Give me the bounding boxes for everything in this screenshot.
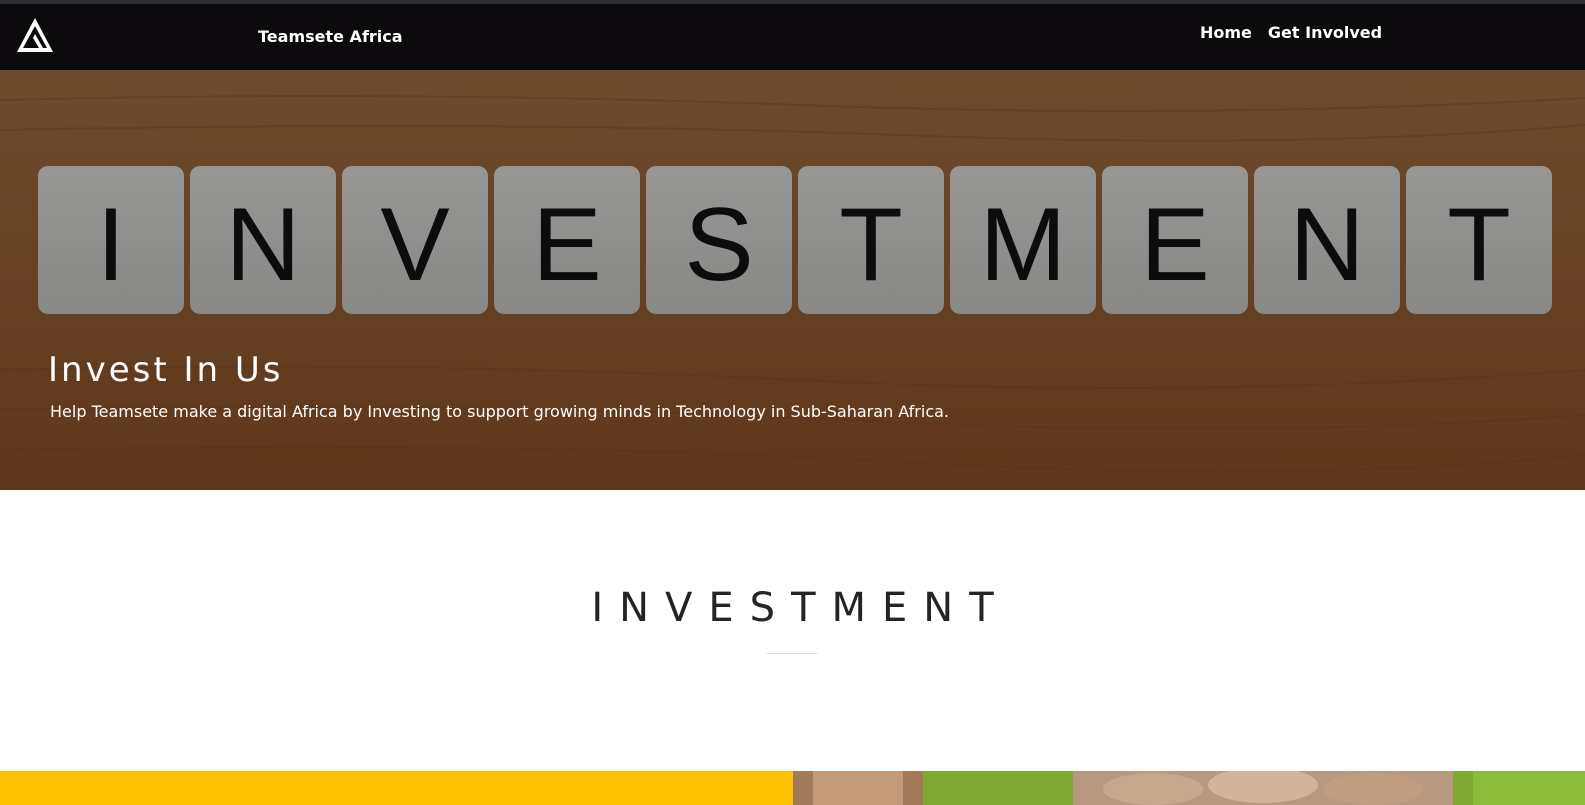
brand-link[interactable]: Teamsete Africa bbox=[258, 27, 403, 46]
section-divider bbox=[767, 653, 817, 654]
nav-links: Home Get Involved bbox=[1200, 23, 1382, 42]
yellow-panel bbox=[0, 771, 793, 805]
navbar: Teamsete Africa Home Get Involved bbox=[0, 4, 1585, 70]
section-title: INVESTMENT bbox=[591, 585, 1010, 631]
hero-background-image: I N V E S T M E N T bbox=[0, 70, 1585, 490]
hero-subtitle: Help Teamsete make a digital Africa by I… bbox=[50, 402, 950, 421]
hero-title: Invest In Us bbox=[48, 350, 284, 390]
coins-image bbox=[793, 771, 1585, 805]
nav-link-get-involved[interactable]: Get Involved bbox=[1268, 23, 1382, 42]
triangle-logo-icon[interactable] bbox=[15, 16, 55, 56]
hero-banner: I N V E S T M E N T Invest In Us Help Te… bbox=[0, 70, 1585, 490]
nav-link-home[interactable]: Home bbox=[1200, 23, 1252, 42]
